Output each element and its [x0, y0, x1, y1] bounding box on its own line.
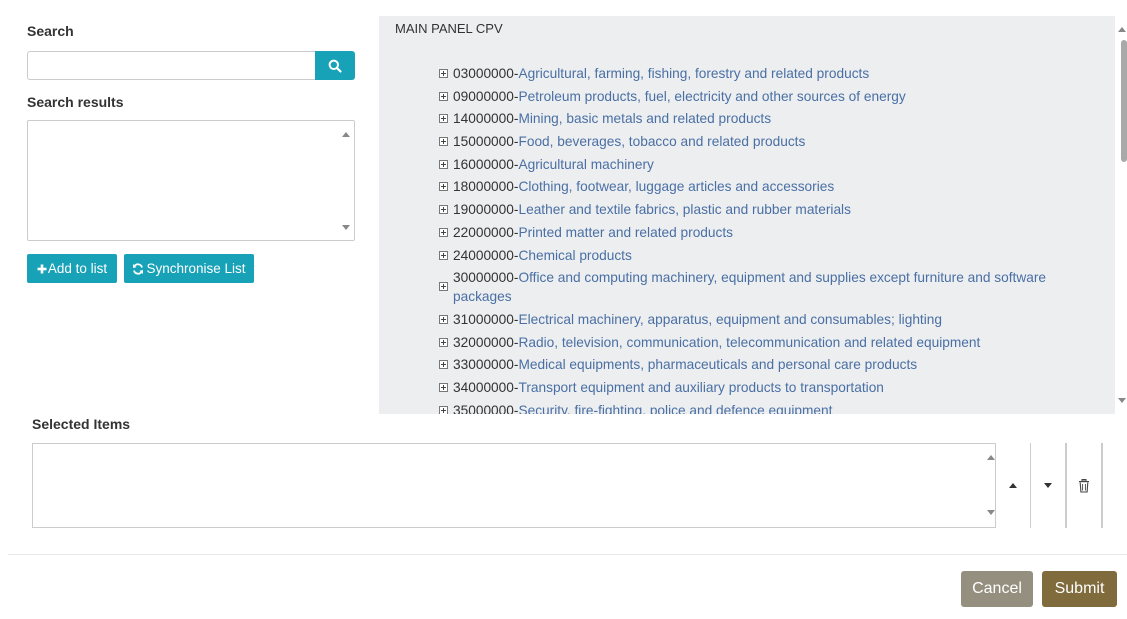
- cpv-tree: 03000000-Agricultural, farming, fishing,…: [439, 64, 1079, 414]
- tree-item-name[interactable]: Electrical machinery, apparatus, equipme…: [518, 312, 942, 327]
- cpv-tree-panel: MAIN PANEL CPV 03000000-Agricultural, fa…: [379, 16, 1115, 414]
- tree-item[interactable]: 34000000-Transport equipment and auxilia…: [439, 378, 1079, 397]
- tree-item-name[interactable]: Medical equipments, pharmaceuticals and …: [518, 357, 917, 372]
- tree-item[interactable]: 24000000-Chemical products: [439, 246, 1079, 265]
- tree-item-code: 15000000: [453, 134, 514, 150]
- move-down-button[interactable]: [1030, 443, 1066, 528]
- sync-icon: [133, 262, 144, 275]
- add-to-list-button[interactable]: Add to list: [27, 254, 117, 283]
- tree-item[interactable]: 32000000-Radio, television, communicatio…: [439, 333, 1079, 352]
- expand-icon[interactable]: [439, 227, 448, 237]
- tree-item[interactable]: 14000000-Mining, basic metals and relate…: [439, 109, 1079, 128]
- tree-item-code: 19000000: [453, 202, 514, 218]
- expand-icon[interactable]: [439, 205, 448, 215]
- tree-item-name[interactable]: Leather and textile fabrics, plastic and…: [518, 202, 850, 217]
- synchronise-list-label: Synchronise List: [146, 261, 246, 276]
- tree-item[interactable]: 16000000-Agricultural machinery: [439, 155, 1079, 174]
- tree-item-code: 32000000: [453, 334, 514, 350]
- tree-item-name[interactable]: Agricultural, farming, fishing, forestry…: [518, 66, 869, 81]
- tree-item-code: 31000000: [453, 311, 514, 327]
- tree-item[interactable]: 15000000-Food, beverages, tobacco and re…: [439, 132, 1079, 151]
- tree-item-code: 22000000: [453, 224, 514, 240]
- search-icon: [328, 59, 342, 73]
- footer-divider: [8, 554, 1127, 555]
- scroll-up-icon[interactable]: [342, 132, 350, 137]
- tree-item-name[interactable]: Mining, basic metals and related product…: [518, 111, 771, 126]
- expand-icon[interactable]: [439, 250, 448, 260]
- tree-item-code: 24000000: [453, 247, 514, 263]
- search-results-list[interactable]: [27, 120, 355, 241]
- tree-item[interactable]: 03000000-Agricultural, farming, fishing,…: [439, 64, 1079, 83]
- selected-items-label: Selected Items: [32, 416, 131, 432]
- tree-item-name[interactable]: Transport equipment and auxiliary produc…: [518, 380, 883, 395]
- delete-button[interactable]: [1066, 443, 1102, 528]
- tree-item-name[interactable]: Agricultural machinery: [518, 157, 653, 172]
- caret-down-icon: [1044, 483, 1052, 488]
- synchronise-list-button[interactable]: Synchronise List: [124, 254, 254, 283]
- tree-item[interactable]: 30000000-Office and computing machinery,…: [439, 268, 1079, 306]
- trash-icon: [1079, 478, 1089, 493]
- tree-item-name[interactable]: Office and computing machinery, equipmen…: [453, 270, 1046, 304]
- tree-item-name[interactable]: Clothing, footwear, luggage articles and…: [518, 179, 834, 194]
- tree-item-code: 35000000: [453, 402, 514, 414]
- scroll-down-icon[interactable]: [987, 510, 995, 515]
- scroll-down-icon[interactable]: [1118, 398, 1126, 403]
- tree-item-name[interactable]: Petroleum products, fuel, electricity an…: [518, 89, 905, 104]
- tree-scrollbar-thumb[interactable]: [1121, 40, 1127, 162]
- tree-item-code: 18000000: [453, 179, 514, 195]
- tree-item[interactable]: 09000000-Petroleum products, fuel, elect…: [439, 87, 1079, 106]
- tree-item-code: 09000000: [453, 88, 514, 104]
- tree-item-name[interactable]: Printed matter and related products: [518, 225, 733, 240]
- add-to-list-label: Add to list: [47, 261, 108, 276]
- caret-up-icon: [1009, 483, 1017, 488]
- expand-icon[interactable]: [439, 405, 448, 414]
- move-up-button[interactable]: [995, 443, 1031, 528]
- submit-button[interactable]: Submit: [1042, 571, 1117, 607]
- tree-item-code: 16000000: [453, 156, 514, 172]
- expand-icon[interactable]: [439, 114, 448, 124]
- tree-item-code: 14000000: [453, 111, 514, 127]
- expand-icon[interactable]: [439, 69, 448, 78]
- tree-item-name[interactable]: Radio, television, communication, teleco…: [518, 335, 980, 350]
- expand-icon[interactable]: [439, 91, 448, 101]
- tree-item-code: 03000000: [453, 66, 514, 81]
- scroll-up-icon[interactable]: [1118, 27, 1126, 32]
- expand-icon[interactable]: [439, 159, 448, 169]
- expand-icon[interactable]: [439, 137, 448, 147]
- tree-item-name[interactable]: Security, fire-fighting, police and defe…: [518, 403, 832, 414]
- expand-icon[interactable]: [439, 182, 448, 192]
- search-button[interactable]: [315, 51, 355, 80]
- tree-item[interactable]: 18000000-Clothing, footwear, luggage art…: [439, 177, 1079, 196]
- tree-item-name[interactable]: Chemical products: [518, 248, 631, 263]
- tree-item-name[interactable]: Food, beverages, tobacco and related pro…: [518, 134, 805, 149]
- cancel-button[interactable]: Cancel: [961, 571, 1033, 607]
- search-label: Search: [27, 23, 74, 39]
- expand-icon[interactable]: [439, 282, 448, 292]
- tree-item-code: 30000000: [453, 270, 514, 286]
- selected-items-list[interactable]: [32, 443, 1103, 528]
- tree-item[interactable]: 33000000-Medical equipments, pharmaceuti…: [439, 355, 1079, 374]
- tree-item-code: 33000000: [453, 357, 514, 373]
- tree-item-code: 34000000: [453, 379, 514, 395]
- tree-item[interactable]: 31000000-Electrical machinery, apparatus…: [439, 310, 1079, 329]
- tree-title: MAIN PANEL CPV: [395, 21, 503, 36]
- expand-icon[interactable]: [439, 382, 448, 392]
- search-input[interactable]: [27, 51, 315, 80]
- expand-icon[interactable]: [439, 360, 448, 370]
- scroll-down-icon[interactable]: [342, 225, 350, 230]
- tree-item[interactable]: 19000000-Leather and textile fabrics, pl…: [439, 200, 1079, 219]
- search-results-label: Search results: [27, 94, 124, 110]
- tree-item[interactable]: 22000000-Printed matter and related prod…: [439, 223, 1079, 242]
- tree-item[interactable]: 35000000-Security, fire-fighting, police…: [439, 401, 1079, 414]
- expand-icon[interactable]: [439, 337, 448, 347]
- plus-icon: [37, 264, 47, 273]
- scroll-up-icon[interactable]: [987, 455, 995, 460]
- expand-icon[interactable]: [439, 314, 448, 324]
